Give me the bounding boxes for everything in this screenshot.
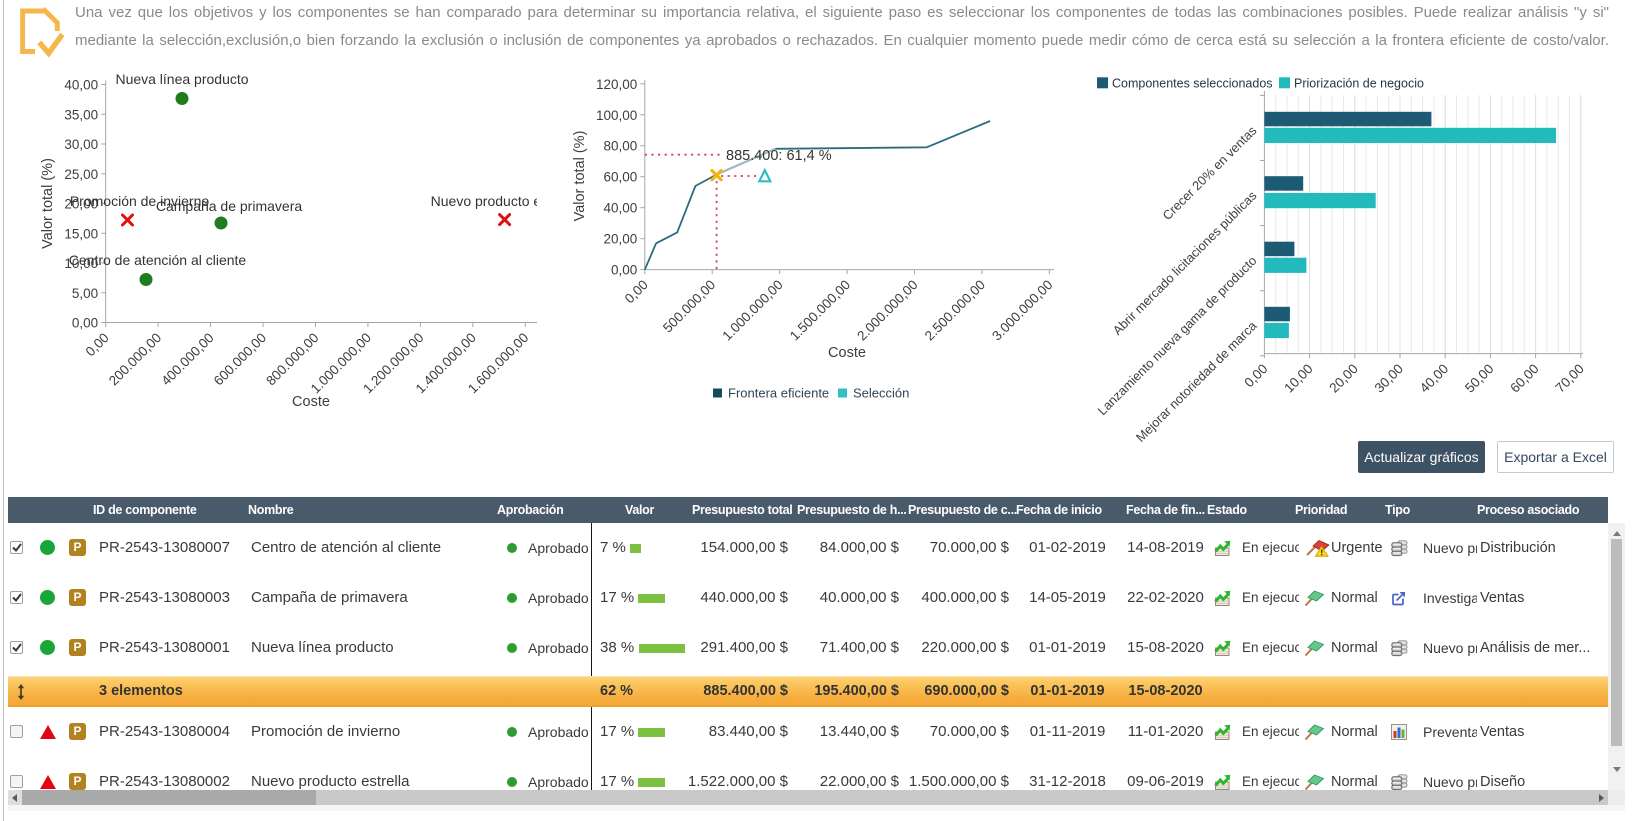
- svg-text:5,00: 5,00: [72, 286, 98, 301]
- svg-text:30,00: 30,00: [1372, 361, 1407, 396]
- svg-text:Nueva línea producto: Nueva línea producto: [115, 71, 248, 87]
- svg-text:Componentes seleccionados: Componentes seleccionados: [1112, 77, 1273, 91]
- svg-text:2.000.000,00: 2.000.000,00: [854, 277, 920, 343]
- svg-text:0,00: 0,00: [72, 316, 98, 331]
- svg-text:Abrir mercado licitaciones púb: Abrir mercado licitaciones públicas: [1110, 188, 1260, 338]
- svg-text:Priorización de negocio: Priorización de negocio: [1294, 77, 1424, 91]
- svg-text:1.500.000,00: 1.500.000,00: [787, 277, 853, 343]
- svg-text:30,00: 30,00: [64, 137, 98, 152]
- svg-text:15,00: 15,00: [64, 226, 98, 241]
- svg-text:Campaña de primavera: Campaña de primavera: [156, 198, 303, 214]
- svg-text:Valor total (%): Valor total (%): [40, 158, 56, 249]
- svg-text:3.000.000,00: 3.000.000,00: [989, 277, 1055, 343]
- svg-text:Coste: Coste: [828, 345, 866, 361]
- svg-text:885.400: 61,4 %: 885.400: 61,4 %: [726, 148, 832, 164]
- svg-text:Nuevo producto estrella: Nuevo producto estrella: [431, 193, 537, 209]
- svg-text:1.000.000,00: 1.000.000,00: [719, 277, 785, 343]
- svg-text:0,00: 0,00: [611, 263, 637, 278]
- svg-text:40,00: 40,00: [604, 201, 638, 216]
- svg-text:80,00: 80,00: [604, 139, 638, 154]
- svg-text:600.000,00: 600.000,00: [211, 330, 269, 388]
- svg-text:60,00: 60,00: [604, 170, 638, 185]
- svg-text:20,00: 20,00: [604, 232, 638, 247]
- svg-text:2.500.000,00: 2.500.000,00: [922, 277, 988, 343]
- svg-text:60,00: 60,00: [1507, 361, 1542, 396]
- svg-text:0,00: 0,00: [622, 277, 651, 306]
- svg-text:500.000,00: 500.000,00: [660, 277, 718, 335]
- svg-text:Centro de atención al cliente: Centro de atención al cliente: [69, 252, 247, 268]
- svg-text:400.000,00: 400.000,00: [158, 330, 216, 388]
- svg-text:35,00: 35,00: [64, 107, 98, 122]
- svg-text:Frontera eficiente: Frontera eficiente: [728, 386, 829, 401]
- svg-text:70,00: 70,00: [1552, 361, 1587, 396]
- svg-text:20,00: 20,00: [1326, 361, 1361, 396]
- svg-text:25,00: 25,00: [64, 167, 98, 182]
- svg-text:10,00: 10,00: [1281, 361, 1316, 396]
- svg-text:50,00: 50,00: [1462, 361, 1497, 396]
- svg-text:0,00: 0,00: [83, 330, 112, 359]
- svg-text:100,00: 100,00: [596, 108, 637, 123]
- svg-text:Coste: Coste: [292, 394, 330, 410]
- svg-text:Valor total (%): Valor total (%): [572, 131, 588, 222]
- svg-text:40,00: 40,00: [64, 78, 98, 93]
- svg-text:0,00: 0,00: [1241, 361, 1270, 390]
- svg-text:40,00: 40,00: [1417, 361, 1452, 396]
- svg-text:Selección: Selección: [853, 386, 909, 401]
- svg-text:Mejorar notoriedad de marca: Mejorar notoriedad de marca: [1133, 317, 1260, 444]
- svg-text:120,00: 120,00: [596, 77, 637, 92]
- svg-text:200.000,00: 200.000,00: [106, 330, 164, 388]
